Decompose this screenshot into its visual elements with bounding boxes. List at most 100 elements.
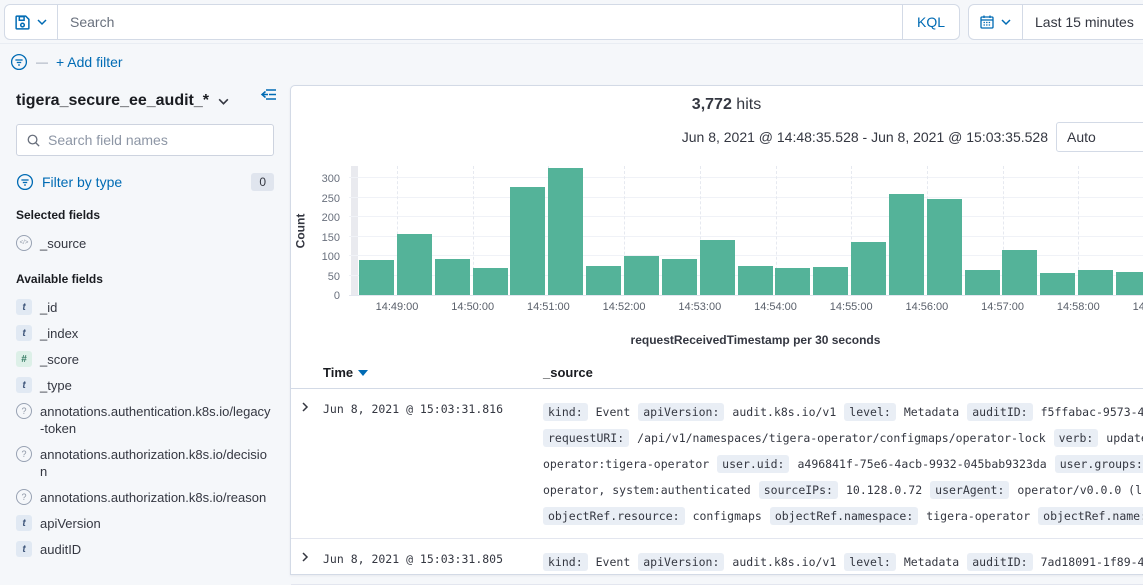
chevron-down-icon [217,95,230,108]
histogram-bar [1002,250,1037,295]
histogram-bar [1078,270,1113,295]
field-type-source-icon: </> [16,235,32,251]
field-key-pill: user.groups: [1055,455,1143,473]
x-axis-tick-label: 14:54:00 [754,301,797,313]
calendar-icon [979,14,995,30]
doc-source-line: kind:EventapiVersion:audit.k8s.io/v1leve… [543,399,1143,425]
histogram-bar [851,242,886,295]
field-type-unknown-icon: ? [16,403,32,419]
fields-sidebar: tigera_secure_ee_audit_* Filter by type … [0,80,290,557]
h-gridline [349,197,1143,198]
save-icon [14,14,31,31]
doc-timestamp: Jun 8, 2021 @ 15:03:31.805 [323,549,543,566]
histogram-chart: Count 050100150200250300 [291,166,1143,296]
histogram-bar [548,168,583,295]
search-input[interactable] [58,5,902,39]
filter-by-type-button[interactable]: Filter by type 0 [16,166,274,198]
doc-source-line: operator:tigera-operatoruser.uid:a496841… [543,451,1143,477]
x-axis-tick-label: 14:50:00 [451,301,494,313]
date-picker-quick-menu-button[interactable] [969,5,1022,39]
y-axis: Count 050100150200250300 [291,166,349,296]
field-type-string-icon: t [16,325,32,341]
y-axis-tick-label: 0 [334,290,340,302]
field-value: operator, system:authenticated [543,483,751,497]
y-axis-tick-label: 200 [322,212,340,224]
field-key-pill: objectRef.namespace: [770,507,918,525]
x-axis-tick-label: 14:59:00 [1133,301,1143,313]
chart-time-range: Jun 8, 2021 @ 14:48:35.528 - Jun 8, 2021… [682,129,1048,145]
field-item-auditID[interactable]: tauditID [16,536,274,562]
h-gridline [349,216,1143,217]
field-value: Event [596,555,631,569]
field-label: _type [40,376,72,394]
field-label: _source [40,234,86,252]
histogram-bar [473,268,508,295]
field-item-_index[interactable]: t _index [16,320,274,346]
field-label: _index [40,324,78,342]
expand-row-icon[interactable] [299,549,323,563]
y-axis-tick-label: 150 [322,232,340,244]
field-item-_score[interactable]: #_score [16,346,274,372]
field-key-pill: kind: [543,553,588,571]
time-range-display[interactable]: Last 15 minutes [1023,14,1143,30]
field-value: audit.k8s.io/v1 [732,405,836,419]
field-item-annotations.authorization.k8s.io/decision[interactable]: ?annotations.authorization.k8s.io/decisi… [16,441,274,484]
x-axis-tick-label: 14:56:00 [905,301,948,313]
hits-label: hits [736,96,761,113]
histogram-bar [510,187,545,295]
doc-source-cell: kind:EventapiVersion:audit.k8s.io/v1leve… [543,399,1143,529]
index-pattern-selector[interactable]: tigera_secure_ee_audit_* [16,92,274,110]
field-value: tigera-operator [926,509,1030,523]
x-axis-tick-label: 14:49:00 [376,301,419,313]
collapse-sidebar-button[interactable] [260,87,277,102]
field-key-pill: objectRef.name: [1038,507,1143,525]
doc-source-line: requestURI:/api/v1/namespaces/tigera-ope… [543,425,1143,451]
histogram-bar [813,267,848,295]
chart-header-row: Jun 8, 2021 @ 14:48:35.528 - Jun 8, 2021… [291,114,1143,152]
histogram-plot-area[interactable] [349,166,1143,296]
chevron-down-icon [1000,16,1012,28]
chevron-down-icon [36,16,48,28]
field-value: operator:tigera-operator [543,457,709,471]
x-axis-labels: 14:49:0014:50:0014:51:0014:52:0014:53:00… [349,301,1143,319]
saved-query-menu-button[interactable] [5,5,57,39]
expand-row-icon[interactable] [299,399,323,413]
add-filter-button[interactable]: + Add filter [56,54,123,70]
field-label: _score [40,350,79,368]
field-type-unknown-icon: ? [16,489,32,505]
selected-fields-list: </> _source [16,230,274,256]
h-gridline [349,177,1143,178]
h-gridline [349,236,1143,237]
field-item-annotations.authorization.k8s.io/reason[interactable]: ? annotations.authorization.k8s.io/reason [16,484,274,510]
field-value: 7ad18091-1f89-4a97- [1041,555,1143,569]
field-label: auditID [40,540,81,558]
table-row: Jun 8, 2021 @ 15:03:31.805kind:EventapiV… [291,539,1143,585]
field-item-apiVersion[interactable]: tapiVersion [16,510,274,536]
histogram-bar [359,260,394,295]
field-key-pill: kind: [543,403,588,421]
interval-select[interactable]: Auto [1056,122,1143,152]
field-label: annotations.authorization.k8s.io/reason [40,488,266,506]
doc-source-line: kind:EventapiVersion:audit.k8s.io/v1leve… [543,549,1143,575]
field-value: Metadata [904,555,959,569]
x-axis-title: requestReceivedTimestamp per 30 seconds [349,333,1143,347]
field-item-_id[interactable]: t_id [16,294,274,320]
field-item-_source[interactable]: </> _source [16,230,274,256]
y-axis-tick-label: 100 [322,251,340,263]
filter-options-icon[interactable] [10,53,28,71]
histogram-bar [889,194,924,295]
field-search-input[interactable] [48,132,264,148]
field-key-pill: userAgent: [930,481,1009,499]
field-item-_type[interactable]: t_type [16,372,274,398]
field-item-annotations.authentication.k8s.io/legacy-token[interactable]: ?annotations.authentication.k8s.io/legac… [16,398,274,441]
x-axis-tick-label: 14:55:00 [830,301,873,313]
column-header-source[interactable]: _source [543,365,593,380]
field-label: _id [40,298,57,316]
date-picker: Last 15 minutes [968,4,1143,40]
column-header-time[interactable]: Time [323,365,543,380]
field-type-string-icon: t [16,515,32,531]
histogram-bar [775,268,810,295]
kql-language-button[interactable]: KQL [902,5,959,39]
x-axis-tick-label: 14:58:00 [1057,301,1100,313]
y-axis-tick-label: 250 [322,193,340,205]
